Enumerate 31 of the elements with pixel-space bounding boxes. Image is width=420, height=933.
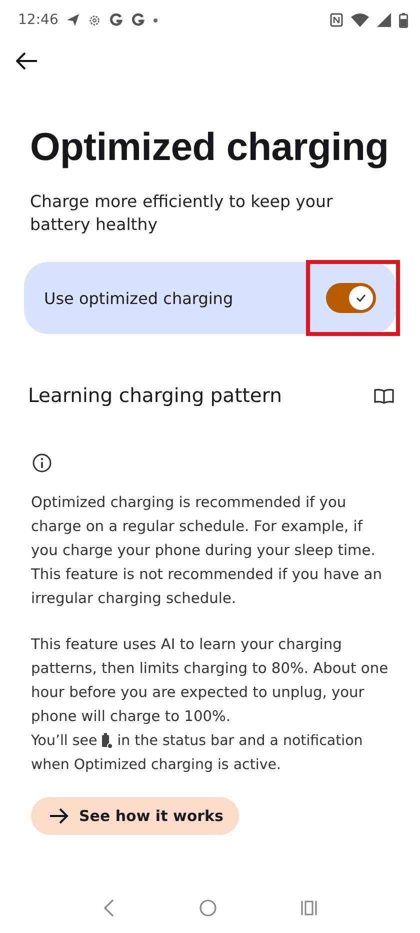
nav-home-icon[interactable] [198,899,217,917]
status-time: 12:46 [18,12,58,28]
body-paragraph: Optimized charging is recommended if you charge on a regular schedule. For example, if you charge your phone during your sleep time. This feature is not recommended if you have an irregular charging schedule. [31,493,383,609]
page-title: Optimized charging [30,126,390,170]
see-how-it-works-button[interactable]: See how it works [31,797,240,835]
book-icon[interactable] [374,388,394,404]
toggle-label: Use optimized charging [44,288,234,308]
nfc-icon [330,13,343,27]
wifi-icon [351,13,369,27]
dot-icon [153,18,158,22]
page-subtitle: Charge more efficiently to keep your battery healthy [30,191,334,236]
send-icon [66,13,80,27]
note-text: when Optimized charging is active. [31,757,281,773]
arrow-right-icon [49,808,69,824]
g-logo-icon [131,13,146,27]
gear-icon [88,14,102,26]
battery-icon [101,733,114,749]
check-icon [356,294,366,302]
signal-icon [377,13,391,27]
body-paragraph: This feature uses AI to learn your charging patterns, then limits charging to 80%. About one hour before you are expected to unplug, your phone will charge to 100%. [31,635,390,727]
nav-recents-icon[interactable] [300,900,318,916]
info-icon [32,453,52,473]
nav-back-icon[interactable] [102,899,116,917]
back-arrow-icon [16,52,38,70]
g-logo-icon [109,13,124,27]
back-button[interactable] [14,50,40,72]
section-title: Learning charging pattern [28,384,282,407]
battery-icon [399,12,408,28]
toggle-switch[interactable] [326,283,376,313]
note-text: You’ll see [31,732,98,751]
note-text: in the status bar and a notification [117,732,363,751]
